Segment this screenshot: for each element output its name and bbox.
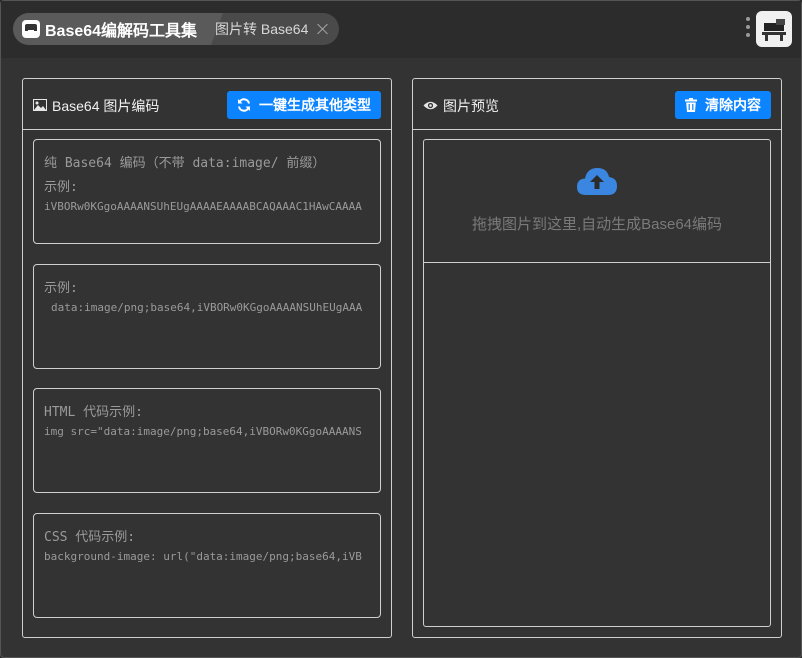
more-vertical-icon[interactable]: [745, 17, 751, 41]
encode-panel-header: Base64 图片编码 一键生成其他类型: [23, 79, 391, 130]
app-tab[interactable]: Base64编解码工具集: [13, 13, 223, 45]
title-bar: Base64编解码工具集 图片转 Base64: [1, 1, 801, 58]
encode-panel: Base64 图片编码 一键生成其他类型 纯 Base64 编码（不带 data…: [22, 78, 392, 638]
css-code-label: CSS 代码示例:: [44, 530, 136, 545]
html-code-label: HTML 代码示例:: [44, 405, 143, 420]
tab-label: 图片转 Base64: [215, 21, 309, 37]
preview-panel-header: 图片预览 清除内容: [413, 79, 781, 130]
html-code-output[interactable]: HTML 代码示例: img src="data:image/png;base6…: [33, 388, 381, 493]
avatar[interactable]: [756, 11, 792, 47]
app-window: Base64编解码工具集 图片转 Base64 Base64 图片编码 一键生成…: [0, 0, 802, 658]
drop-zone-hint: 拖拽图片到这里,自动生成Base64编码: [471, 216, 723, 233]
encode-panel-title-text: Base64 图片编码: [52, 98, 160, 114]
preview-panel: 图片预览 清除内容 拖拽图片到这里,自动生成Base64编码: [412, 78, 782, 638]
data-uri-example: data:image/png;base64,iVBORw0KGgoAAAANSU…: [51, 301, 363, 314]
tab-strip: Base64编解码工具集 图片转 Base64: [13, 13, 339, 45]
tab-image-to-base64[interactable]: 图片转 Base64: [215, 13, 339, 45]
css-code-example: background-image: url("data:image/png;ba…: [44, 550, 362, 563]
data-uri-label: 示例:: [44, 281, 78, 296]
image-icon: [33, 98, 47, 114]
clear-button-label: 清除内容: [705, 97, 761, 113]
app-window-icon: [22, 20, 40, 38]
clear-content-button[interactable]: 清除内容: [675, 91, 771, 119]
pure-base64-output[interactable]: 纯 Base64 编码（不带 data:image/ 前缀） 示例: iVBOR…: [33, 139, 381, 244]
image-drop-zone[interactable]: 拖拽图片到这里,自动生成Base64编码: [424, 140, 770, 263]
css-code-output[interactable]: CSS 代码示例: background-image: url("data:im…: [33, 513, 381, 618]
image-preview-area: 拖拽图片到这里,自动生成Base64编码: [423, 139, 771, 627]
data-uri-output[interactable]: 示例: data:image/png;base64,iVBORw0KGgoAAA…: [33, 264, 381, 369]
encode-panel-title: Base64 图片编码: [33, 96, 159, 116]
pure-base64-example: iVBORw0KGgoAAAANSUhEUgAAAAEAAAABCAQAAAC1…: [44, 200, 362, 213]
refresh-icon: [237, 98, 251, 112]
trash-icon: [685, 98, 697, 112]
pure-base64-example-label: 示例:: [44, 180, 78, 195]
preview-panel-title: 图片预览: [423, 96, 499, 116]
close-icon[interactable]: [317, 23, 329, 35]
eye-icon: [423, 98, 438, 114]
preview-panel-title-text: 图片预览: [443, 98, 499, 114]
app-title: Base64编解码工具集: [45, 23, 198, 40]
pure-base64-hint: 纯 Base64 编码（不带 data:image/ 前缀）: [44, 156, 326, 171]
html-code-example: img src="data:image/png;base64,iVBORw0KG…: [44, 425, 362, 438]
cloud-upload-icon: [577, 168, 617, 195]
generate-button-label: 一键生成其他类型: [259, 97, 371, 113]
generate-other-types-button[interactable]: 一键生成其他类型: [227, 91, 381, 119]
